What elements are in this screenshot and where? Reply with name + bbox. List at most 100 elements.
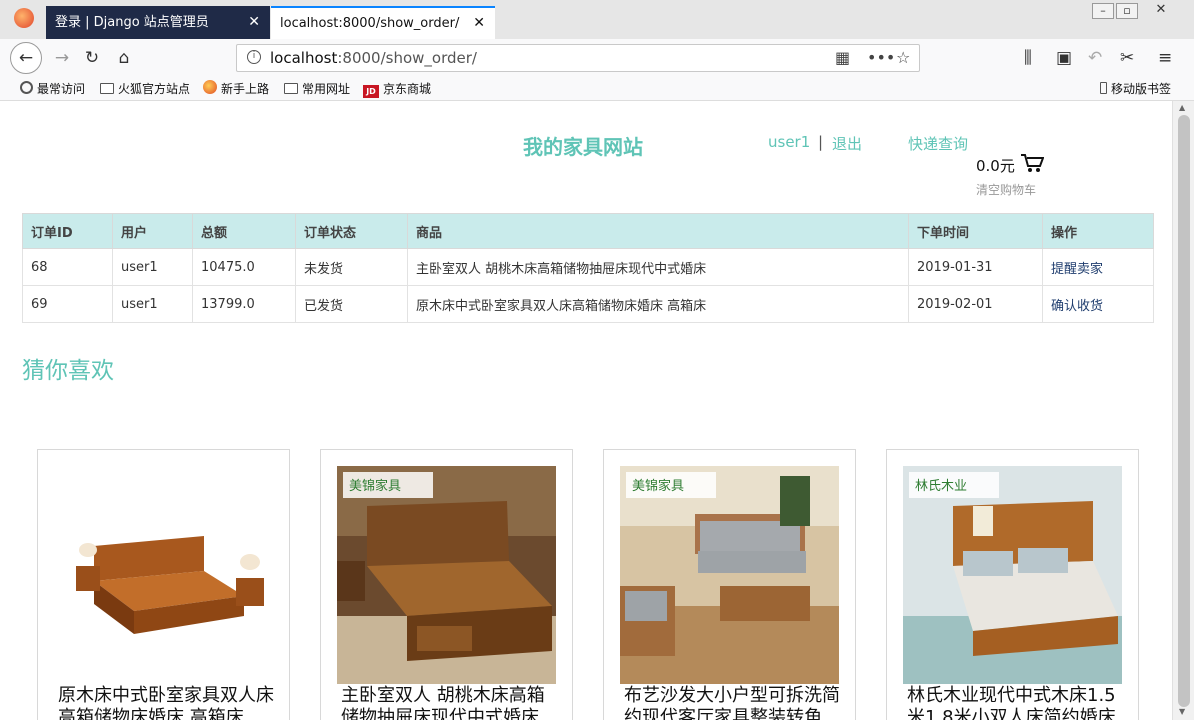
product-image[interactable] [54,466,273,684]
url-path: :8000/show_order/ [337,49,477,67]
tab-title: localhost:8000/show_order/ [280,16,460,31]
order-user: user1 [112,248,193,286]
product-image[interactable]: 美锦家具 [337,466,556,684]
column-header: 用户 [112,213,193,249]
minimize-button[interactable]: – [1092,3,1114,19]
product-name[interactable]: 布艺沙发大小户型可拆洗简约现代客厅家具整装转角 [624,685,844,720]
undo-icon[interactable]: ↶ [1088,45,1102,71]
logout-link[interactable]: 退出 [832,133,862,154]
site-info-icon[interactable]: i [247,50,261,64]
order-total: 10475.0 [192,248,296,286]
tab-show-order[interactable]: localhost:8000/show_order/ ✕ [271,6,495,39]
column-header: 订单状态 [295,213,408,249]
folder-icon [284,83,298,94]
scroll-down-icon[interactable]: ▼ [1179,707,1185,716]
phone-icon [1100,82,1107,94]
username-link[interactable]: user1 [768,133,810,151]
product-card[interactable]: 原木床中式卧室家具双人床高箱储物床婚床 高箱床 [37,449,290,720]
maximize-button[interactable]: ▫ [1116,3,1138,19]
order-total: 13799.0 [192,285,296,323]
page-scrollbar[interactable]: ▲ ▼ [1172,101,1194,720]
header-separator: | [818,133,824,151]
order-id: 69 [22,285,113,323]
order-product: 主卧室双人 胡桃木床高箱储物抽屉床现代中式婚床 [407,248,909,286]
firefox-logo-icon [14,8,34,28]
back-button[interactable]: ← [10,42,42,74]
url-bar[interactable]: i localhost:8000/show_order/ ▦ ••• ☆ [236,44,920,72]
folder-icon [100,83,114,94]
confirm-receipt-link[interactable]: 确认收货 [1042,285,1154,323]
bookmark-getting-started[interactable]: 新手上路 [203,80,269,98]
home-button[interactable]: ⌂ [110,44,138,72]
bookmark-label: 京东商城 [383,82,432,96]
order-id: 68 [22,248,113,286]
site-title[interactable]: 我的家具网站 [523,131,643,160]
order-status: 未发货 [295,248,408,286]
scroll-up-icon[interactable]: ▲ [1179,103,1185,112]
product-image[interactable]: 美锦家具 [620,466,839,684]
url-host: localhost [270,49,338,67]
order-product: 原木床中式卧室家具双人床高箱储物床婚床 高箱床 [407,285,909,323]
product-image[interactable]: 林氏木业 [903,466,1122,684]
gear-icon [20,81,33,94]
recommend-title: 猜你喜欢 [22,358,114,384]
column-header: 订单ID [22,213,113,249]
bookmark-label: 最常访问 [37,82,86,96]
forward-button[interactable]: → [48,44,76,72]
bookmarks-bar: 最常访问 火狐官方站点 新手上路 常用网址 JD 京东商城 移动版书签 [0,77,1194,101]
url-text[interactable]: localhost:8000/show_order/ [270,45,477,71]
tab-title: 登录 | Django 站点管理员 [55,15,209,30]
screenshot-icon[interactable]: ✂ [1120,45,1134,71]
shopping-cart-icon[interactable] [1020,153,1044,173]
bookmark-label: 火狐官方站点 [118,82,191,96]
column-header: 商品 [407,213,909,249]
remind-seller-link[interactable]: 提醒卖家 [1042,248,1154,286]
close-window-button[interactable]: ✕ [1146,3,1176,19]
tracking-link[interactable]: 快递查询 [908,133,968,154]
table-row: 68 user1 10475.0 未发货 主卧室双人 胡桃木床高箱储物抽屉床现代… [22,248,1154,286]
order-time: 2019-01-31 [908,248,1043,286]
page-content: 我的家具网站 user1 | 退出 快递查询 0.0元 清空购物车 订单ID 用… [0,101,1172,720]
bookmark-label: 移动版书签 [1111,82,1172,96]
bookmark-mobile[interactable]: 移动版书签 [1100,80,1171,98]
browser-window: 登录 | Django 站点管理员 ✕ localhost:8000/show_… [0,0,1194,720]
bookmark-label: 新手上路 [221,82,270,96]
jd-icon: JD [363,85,379,98]
product-name[interactable]: 林氏木业现代中式木床1.5米1.8米小双人床简约婚床 [907,685,1127,720]
menu-icon[interactable]: ≡ [1158,45,1172,71]
column-header: 下单时间 [908,213,1043,249]
bookmark-label: 常用网址 [302,82,351,96]
table-header-row: 订单ID 用户 总额 订单状态 商品 下单时间 操作 [22,213,1154,249]
tab-bar: 登录 | Django 站点管理员 ✕ localhost:8000/show_… [0,0,1194,39]
sidebar-icon[interactable]: ▣ [1056,45,1072,71]
order-status: 已发货 [295,285,408,323]
product-card[interactable]: 美锦家具 主卧室双人 胡桃木床高箱储物抽屉床现代中式婚床 [320,449,573,720]
order-time: 2019-02-01 [908,285,1043,323]
tab-django-admin[interactable]: 登录 | Django 站点管理员 ✕ [46,6,270,39]
reload-button[interactable]: ↻ [78,44,106,72]
library-icon[interactable]: ⫼ [1024,45,1032,71]
bookmark-jd[interactable]: JD 京东商城 [363,80,431,98]
bookmark-firefox-site[interactable]: 火狐官方站点 [100,80,190,98]
qr-code-icon[interactable]: ▦ [835,47,850,69]
brand-logo-text: 林氏木业 [915,479,967,494]
bookmark-common-sites[interactable]: 常用网址 [284,80,350,98]
product-name[interactable]: 原木床中式卧室家具双人床高箱储物床婚床 高箱床 [58,685,278,720]
column-header: 总额 [192,213,296,249]
product-card[interactable]: 美锦家具 布艺沙发大小户型可拆洗简约现代客厅家具整装转角 [603,449,856,720]
bookmark-most-visited[interactable]: 最常访问 [20,80,85,98]
close-tab-icon[interactable]: ✕ [473,8,485,39]
orders-table: 订单ID 用户 总额 订单状态 商品 下单时间 操作 68 user1 1047… [22,213,1154,323]
product-name[interactable]: 主卧室双人 胡桃木床高箱储物抽屉床现代中式婚床 [341,685,561,720]
product-card[interactable]: 林氏木业 林氏木业现代中式木床1.5米1.8米小双人床简约婚床 [886,449,1139,720]
clear-cart-link[interactable]: 清空购物车 [976,181,1036,198]
cart-total: 0.0元 [976,157,1015,175]
close-tab-icon[interactable]: ✕ [248,6,260,39]
scrollbar-thumb[interactable] [1178,115,1190,707]
firefox-icon [203,80,217,94]
table-row: 69 user1 13799.0 已发货 原木床中式卧室家具双人床高箱储物床婚床… [22,285,1154,323]
page-actions-icon[interactable]: ••• [867,47,895,69]
bookmark-star-icon[interactable]: ☆ [896,47,910,69]
brand-logo-text: 美锦家具 [632,478,684,494]
order-user: user1 [112,285,193,323]
